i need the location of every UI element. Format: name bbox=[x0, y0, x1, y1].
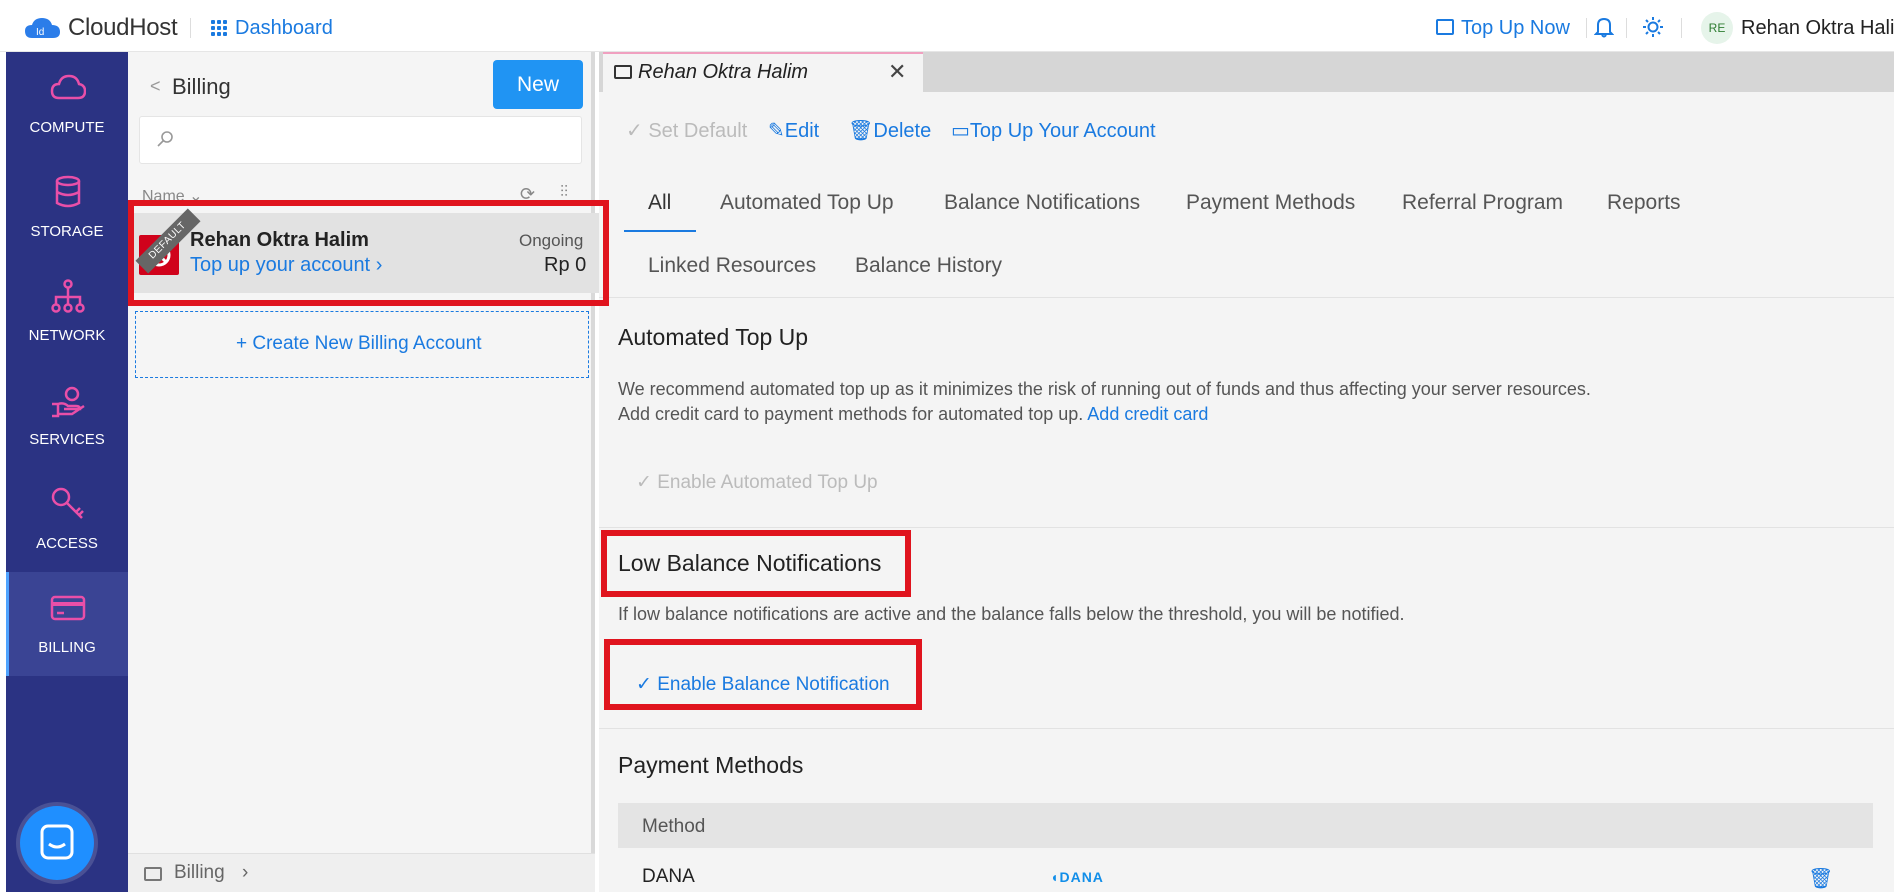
new-button[interactable]: New bbox=[493, 60, 583, 109]
sidebar-item-compute[interactable]: COMPUTE bbox=[6, 52, 128, 156]
chat-icon bbox=[40, 824, 74, 860]
bell-icon[interactable] bbox=[1593, 16, 1615, 38]
search-icon bbox=[156, 130, 174, 148]
tab-referral-program[interactable]: Referral Program bbox=[1402, 191, 1563, 215]
credit-card-icon bbox=[50, 595, 86, 621]
divider bbox=[1681, 18, 1682, 38]
cloudhost-logo-icon[interactable]: Id bbox=[24, 16, 64, 40]
sidebar-item-billing[interactable]: BILLING bbox=[6, 572, 128, 676]
chevron-right-icon[interactable]: › bbox=[242, 862, 248, 884]
sidebar-item-label: COMPUTE bbox=[29, 119, 105, 136]
wallet-icon[interactable] bbox=[1436, 19, 1454, 35]
search-input[interactable] bbox=[139, 116, 582, 164]
automated-top-up-hint-text: Add credit card to payment methods for a… bbox=[618, 404, 1084, 424]
divider bbox=[599, 527, 1894, 528]
active-tab-indicator bbox=[624, 230, 696, 232]
check-icon: ✓ bbox=[636, 472, 652, 493]
footer-billing-label[interactable]: Billing bbox=[174, 862, 225, 884]
automated-top-up-description: We recommend automated top up as it mini… bbox=[618, 379, 1591, 399]
divider bbox=[599, 728, 1894, 729]
svg-text:Id: Id bbox=[36, 27, 44, 38]
panel-title: Billing bbox=[172, 74, 231, 99]
tab-balance-history[interactable]: Balance History bbox=[855, 254, 1002, 278]
sidebar-item-label: ACCESS bbox=[36, 535, 98, 552]
highlight-box bbox=[604, 639, 922, 710]
trash-icon: 🗑︎ bbox=[848, 120, 874, 142]
document-tab-title[interactable]: Rehan Oktra Halim bbox=[638, 61, 808, 84]
sidebar-item-services[interactable]: SERVICES bbox=[6, 364, 128, 468]
credit-card-icon bbox=[144, 867, 162, 881]
theme-sun-icon[interactable] bbox=[1642, 16, 1664, 38]
automated-top-up-hint: Add credit card to payment methods for a… bbox=[618, 404, 1208, 425]
sidebar-item-label: SERVICES bbox=[29, 431, 105, 448]
set-default-label: Set Default bbox=[648, 120, 748, 142]
enable-automated-top-up-label: Enable Automated Top Up bbox=[657, 472, 878, 493]
dashboard-link[interactable]: Dashboard bbox=[235, 17, 333, 40]
create-billing-account-label[interactable]: + Create New Billing Account bbox=[236, 333, 482, 355]
dana-logo: ◖DANA bbox=[1050, 869, 1104, 885]
avatar[interactable]: RE bbox=[1701, 12, 1733, 44]
sidebar-item-network[interactable]: NETWORK bbox=[6, 260, 128, 364]
divider bbox=[190, 18, 191, 38]
sidebar-nav: COMPUTE STORAGE NETWORK SERVICES ACCESS … bbox=[6, 52, 128, 892]
services-icon bbox=[52, 386, 85, 418]
enable-automated-top-up-button[interactable]: ✓ Enable Automated Top Up bbox=[636, 471, 878, 494]
close-icon[interactable]: ✕ bbox=[888, 59, 906, 85]
delete-button[interactable]: 🗑︎Delete bbox=[848, 118, 931, 143]
highlight-box bbox=[128, 200, 609, 306]
sidebar-item-access[interactable]: ACCESS bbox=[6, 468, 128, 572]
tab-payment-methods[interactable]: Payment Methods bbox=[1186, 191, 1355, 215]
set-default-button[interactable]: ✓ Set Default bbox=[626, 118, 747, 143]
top-up-now-link[interactable]: Top Up Now bbox=[1461, 17, 1570, 40]
pencil-icon: ✎ bbox=[768, 120, 785, 142]
billing-list-panel bbox=[128, 52, 595, 892]
grid-icon[interactable] bbox=[211, 20, 227, 36]
tab-balance-notifications[interactable]: Balance Notifications bbox=[944, 191, 1140, 215]
credit-card-icon bbox=[614, 65, 632, 79]
user-name[interactable]: Rehan Oktra Halim bbox=[1741, 17, 1894, 40]
edit-button[interactable]: ✎Edit bbox=[768, 118, 819, 143]
top-up-account-label: Top Up Your Account bbox=[969, 120, 1156, 142]
sidebar-item-label: BILLING bbox=[38, 639, 96, 656]
trash-icon[interactable]: 🗑︎ bbox=[1808, 866, 1833, 891]
sidebar-item-label: NETWORK bbox=[28, 327, 106, 344]
wallet-icon: ▭ bbox=[951, 120, 970, 142]
edit-label: Edit bbox=[784, 120, 820, 142]
tab-linked-resources[interactable]: Linked Resources bbox=[648, 254, 816, 278]
divider bbox=[1626, 18, 1627, 38]
sidebar-item-storage[interactable]: STORAGE bbox=[6, 156, 128, 260]
table-header bbox=[618, 803, 1873, 848]
divider bbox=[599, 297, 1894, 298]
cloud-icon bbox=[50, 74, 86, 100]
network-icon bbox=[51, 279, 85, 313]
sidebar-item-label: STORAGE bbox=[30, 223, 104, 240]
add-credit-card-link[interactable]: Add credit card bbox=[1087, 404, 1208, 424]
check-icon: ✓ bbox=[626, 120, 643, 142]
tab-all[interactable]: All bbox=[648, 191, 671, 215]
database-icon bbox=[55, 175, 81, 208]
table-row-method: DANA bbox=[642, 866, 695, 887]
tab-automated-top-up[interactable]: Automated Top Up bbox=[720, 191, 894, 215]
top-up-account-button[interactable]: ▭Top Up Your Account bbox=[951, 118, 1156, 143]
dana-logo-text: DANA bbox=[1059, 869, 1104, 885]
automated-top-up-heading: Automated Top Up bbox=[618, 324, 809, 350]
highlight-box bbox=[601, 530, 911, 597]
tab-reports[interactable]: Reports bbox=[1607, 191, 1681, 215]
chat-button[interactable] bbox=[20, 806, 94, 880]
low-balance-description: If low balance notifications are active … bbox=[618, 604, 1405, 624]
divider bbox=[1586, 18, 1587, 38]
method-column-header: Method bbox=[642, 816, 706, 837]
back-chevron-icon[interactable]: < bbox=[150, 76, 161, 97]
delete-label: Delete bbox=[873, 120, 932, 142]
logo-text[interactable]: CloudHost bbox=[68, 14, 178, 42]
payment-methods-heading: Payment Methods bbox=[618, 752, 804, 778]
key-icon bbox=[51, 487, 84, 519]
